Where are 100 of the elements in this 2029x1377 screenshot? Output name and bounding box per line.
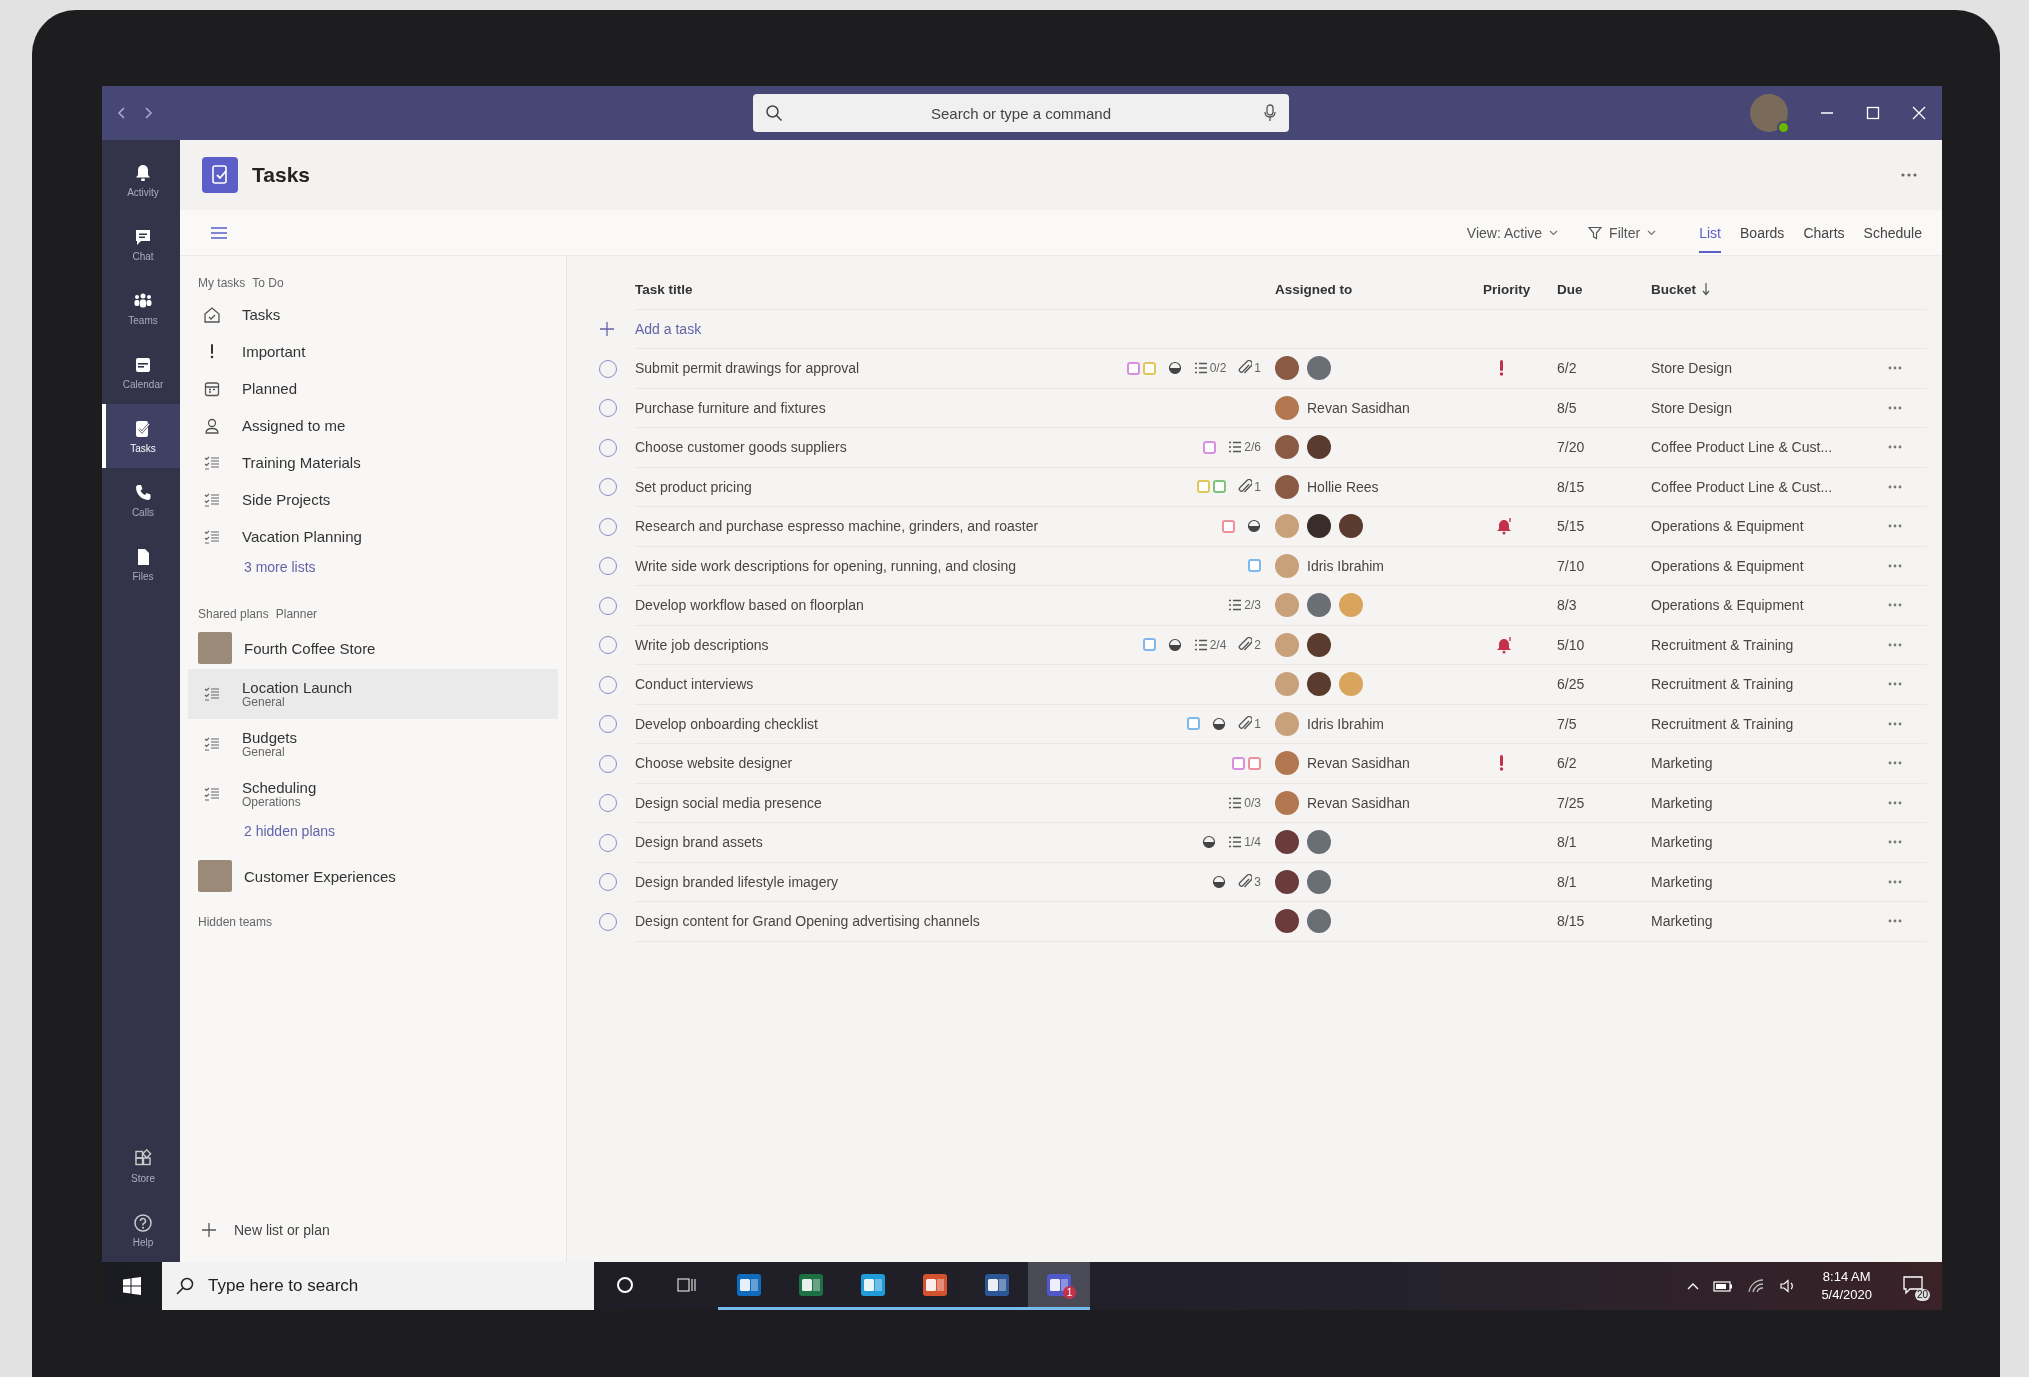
wifi-icon[interactable] — [1747, 1278, 1766, 1294]
task-view-icon[interactable] — [677, 1276, 697, 1293]
more-options-icon[interactable] — [1887, 760, 1903, 767]
more-options-icon[interactable] — [1887, 839, 1903, 846]
list-item[interactable]: Important — [188, 333, 558, 370]
close-icon[interactable] — [1912, 106, 1926, 120]
user-avatar[interactable] — [1750, 94, 1788, 132]
more-options-icon[interactable] — [1887, 720, 1903, 727]
chevron-up-icon[interactable] — [1687, 1282, 1700, 1290]
checklist-icon — [1193, 638, 1208, 651]
task-title[interactable]: Choose customer goods suppliers — [635, 439, 847, 456]
view-tab[interactable]: List — [1699, 212, 1721, 253]
rail-button[interactable]: Files — [102, 532, 180, 596]
task-list-icon — [133, 418, 153, 439]
more-options-icon[interactable] — [1887, 878, 1903, 885]
rail-button[interactable]: Calls — [102, 468, 180, 532]
notification-center-button[interactable]: 20 — [1896, 1271, 1930, 1301]
forward-icon[interactable] — [142, 105, 154, 121]
view-dropdown[interactable]: View: Active — [1460, 220, 1565, 245]
rail-button[interactable]: Chat — [102, 212, 180, 276]
taskbar-clock[interactable]: 8:14 AM 5/4/2020 — [1811, 1268, 1882, 1304]
task-title[interactable]: Design content for Grand Opening advertising channels — [635, 913, 980, 930]
rail-button[interactable]: Teams — [102, 276, 180, 340]
plan-item[interactable]: Location Launch General — [188, 669, 558, 719]
more-options-icon[interactable] — [1887, 562, 1903, 569]
taskbar-search-field[interactable]: Type here to search — [162, 1262, 594, 1310]
more-options-icon[interactable] — [1887, 444, 1903, 451]
column-header[interactable]: Bucket — [1651, 281, 1696, 297]
task-title[interactable]: Design branded lifestyle imagery — [635, 873, 839, 890]
team-item[interactable]: Fourth Coffee Store — [188, 627, 558, 669]
rail-button[interactable]: Activity — [102, 148, 180, 212]
more-options-icon[interactable] — [1887, 799, 1903, 806]
column-header[interactable]: Priority — [1483, 281, 1531, 297]
task-title[interactable]: Submit permit drawings for approval — [635, 360, 860, 377]
plan-item[interactable]: Budgets General — [188, 719, 558, 769]
battery-icon[interactable] — [1713, 1280, 1734, 1292]
task-title[interactable]: Develop onboarding checklist — [635, 715, 818, 732]
list-item[interactable]: Planned — [188, 370, 558, 407]
task-title[interactable]: Research and purchase espresso machine, grinders, and roaster — [635, 518, 1039, 535]
search-field[interactable]: Search or type a command — [753, 94, 1289, 132]
menu-icon[interactable] — [210, 225, 228, 240]
rail-button[interactable]: Store — [102, 1134, 180, 1198]
column-header[interactable]: Due — [1557, 281, 1583, 297]
bucket-name: Store Design — [1651, 360, 1732, 377]
task-title[interactable]: Write job descriptions — [635, 636, 769, 653]
new-list-button[interactable]: New list or plan — [188, 1216, 344, 1244]
task-title[interactable]: Develop workflow based on floorplan — [635, 597, 864, 614]
plan-item[interactable]: Scheduling Operations — [188, 769, 558, 819]
view-tab[interactable]: Charts — [1803, 212, 1845, 253]
task-title[interactable]: Design social media presence — [635, 794, 822, 811]
column-header[interactable]: Task title — [635, 281, 693, 297]
more-options-icon[interactable] — [1887, 483, 1903, 490]
more-options-icon[interactable] — [1887, 404, 1903, 411]
rail-button[interactable]: Help — [102, 1198, 180, 1262]
assignee-name: Hollie Rees — [1307, 478, 1379, 495]
task-title[interactable]: Purchase furniture and fixtures — [635, 399, 826, 416]
task-title[interactable]: Conduct interviews — [635, 676, 754, 693]
cortana-icon[interactable] — [616, 1275, 634, 1294]
list-item[interactable]: Tasks — [188, 296, 558, 333]
more-options-icon[interactable] — [1887, 602, 1903, 609]
task-title[interactable]: Set product pricing — [635, 478, 752, 495]
task-title[interactable]: Write side work descriptions for opening, running, and closing — [635, 557, 1017, 574]
plus-icon[interactable] — [599, 321, 615, 338]
chat-app-icon — [1046, 1272, 1072, 1297]
filter-icon — [1588, 225, 1603, 240]
rail-button[interactable]: Tasks — [102, 404, 180, 468]
more-options-icon[interactable] — [1900, 172, 1918, 178]
list-item[interactable]: Vacation Planning — [188, 518, 558, 555]
more-options-icon[interactable] — [1887, 681, 1903, 688]
back-icon[interactable] — [116, 105, 128, 121]
bucket-name: Marketing — [1651, 873, 1713, 890]
add-task-link[interactable]: Add a task — [635, 320, 702, 337]
more-options-icon[interactable] — [1887, 918, 1903, 925]
windows-logo-icon[interactable] — [123, 1277, 141, 1295]
taskbar-app-button[interactable]: 1 — [1028, 1262, 1090, 1310]
list-item[interactable]: Training Materials — [188, 444, 558, 481]
due-date: 7/20 — [1557, 439, 1585, 456]
column-header[interactable]: Assigned to — [1275, 281, 1353, 297]
due-date: 6/2 — [1557, 755, 1577, 772]
list-item[interactable]: Assigned to me — [188, 407, 558, 444]
rail-button[interactable]: Calendar — [102, 340, 180, 404]
view-tab[interactable]: Schedule — [1863, 212, 1922, 253]
checklist-count: 2/6 — [1244, 440, 1261, 455]
hidden-plans-link[interactable]: 2 hidden plans — [188, 819, 336, 843]
paperclip-icon — [1238, 478, 1253, 495]
microphone-icon[interactable] — [1263, 103, 1277, 123]
maximize-icon[interactable] — [1866, 106, 1880, 120]
sort-arrow-icon[interactable] — [1702, 282, 1710, 297]
section-source: Planner — [275, 607, 318, 621]
more-lists-link[interactable]: 3 more lists — [188, 555, 316, 579]
more-options-icon[interactable] — [1887, 523, 1903, 530]
task-title[interactable]: Design brand assets — [635, 834, 763, 851]
team-item[interactable]: Customer Experiences — [188, 855, 558, 897]
list-item[interactable]: Side Projects — [188, 481, 558, 518]
bucket-name: Recruitment & Training — [1651, 676, 1794, 693]
view-tab[interactable]: Boards — [1740, 212, 1785, 253]
task-title[interactable]: Choose website designer — [635, 755, 793, 772]
more-options-icon[interactable] — [1887, 641, 1903, 648]
more-options-icon[interactable] — [1887, 365, 1903, 372]
filter-dropdown[interactable]: Filter — [1582, 220, 1663, 245]
